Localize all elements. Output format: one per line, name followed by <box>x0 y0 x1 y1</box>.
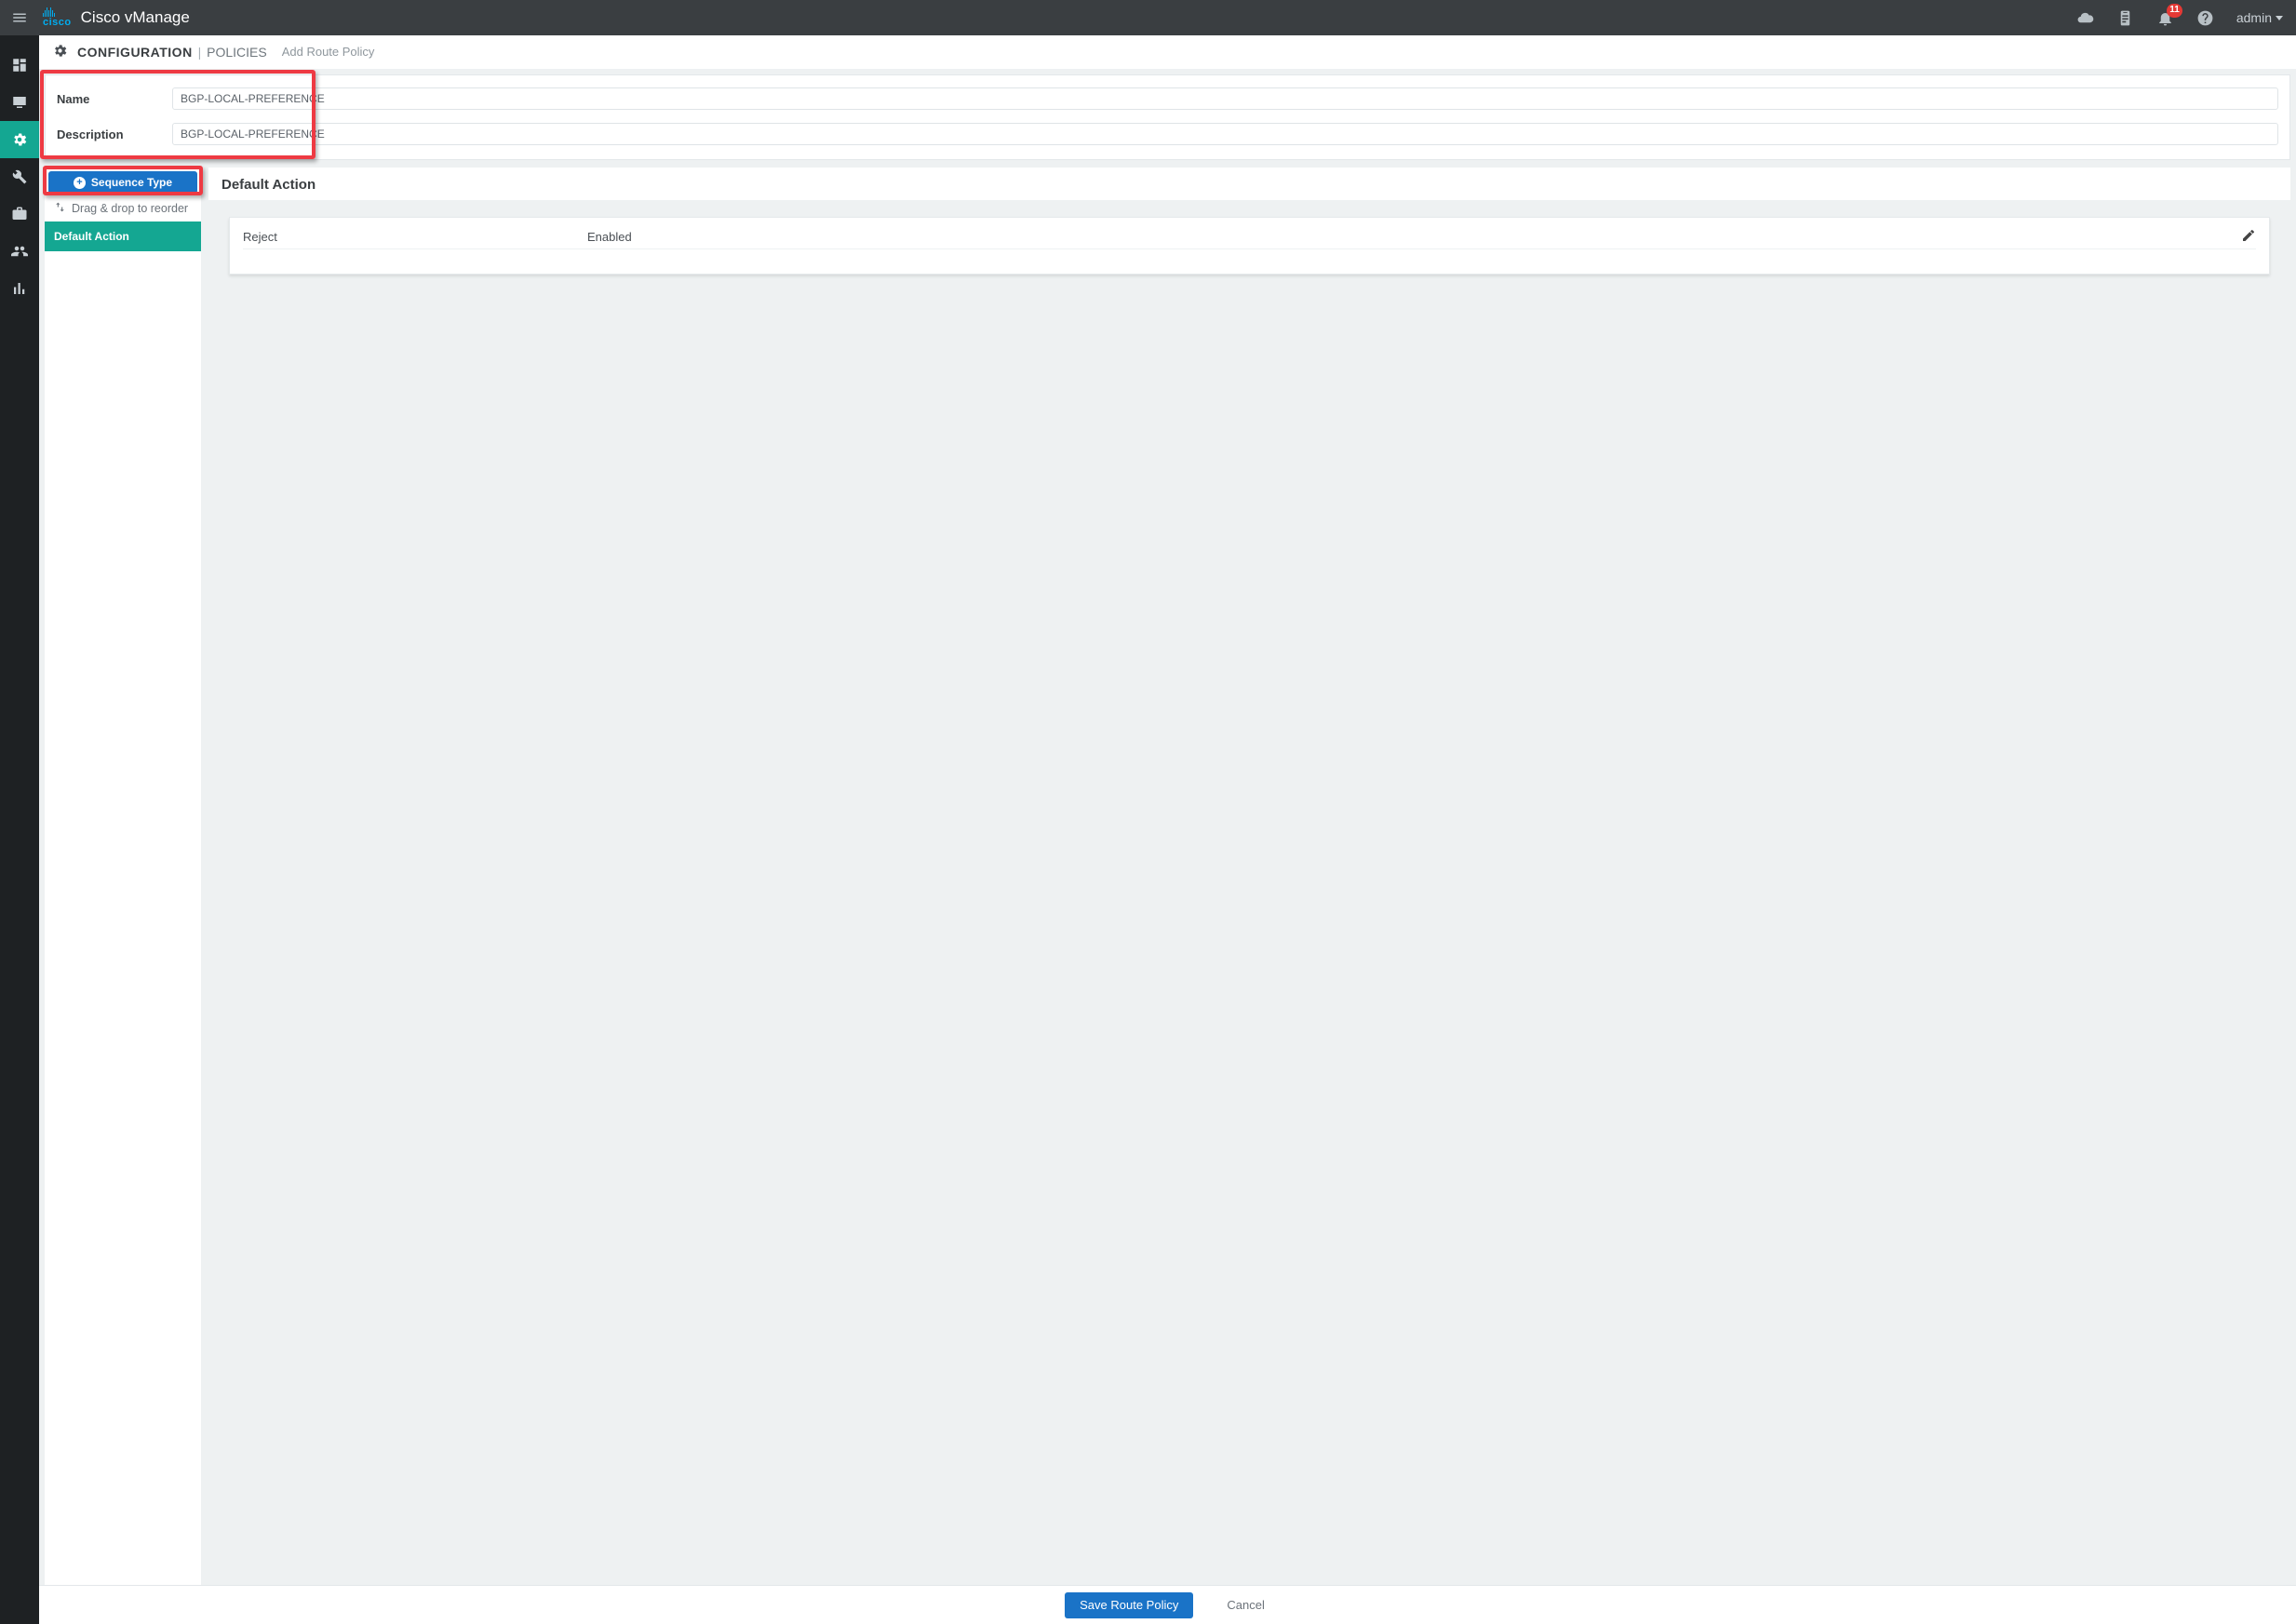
gear-icon <box>52 43 68 61</box>
edit-icon[interactable] <box>2241 228 2256 246</box>
default-action-row: Reject Enabled <box>243 225 2256 249</box>
header-actions: 11 admin <box>2076 9 2283 27</box>
sidebar-item-tools[interactable] <box>0 158 39 195</box>
breadcrumb: CONFIGURATION | POLICIES Add Route Polic… <box>39 35 2296 69</box>
help-icon[interactable] <box>2196 9 2214 27</box>
cisco-logo-mark: cisco <box>43 7 72 28</box>
content: Name Description + Sequence Type <box>39 69 2296 1585</box>
sidebar-item-dashboard[interactable] <box>0 47 39 84</box>
footer: Save Route Policy Cancel <box>39 1585 2296 1624</box>
sequence-type-button[interactable]: + Sequence Type <box>48 171 197 194</box>
description-input[interactable] <box>172 123 2278 145</box>
name-label: Name <box>57 92 165 106</box>
sequence-type-label: Sequence Type <box>91 176 172 189</box>
notifications-icon[interactable]: 11 <box>2156 9 2174 27</box>
drag-drop-hint: Drag & drop to reorder <box>45 194 201 221</box>
menu-toggle[interactable] <box>4 0 35 35</box>
drag-drop-text: Drag & drop to reorder <box>72 202 188 215</box>
cloud-icon[interactable] <box>2076 9 2094 27</box>
sidebar-item-administration[interactable] <box>0 233 39 270</box>
right-panel: Default Action Reject Enabled <box>208 168 2290 1585</box>
sidebar-item-maintenance[interactable] <box>0 195 39 233</box>
product-name: Cisco vManage <box>81 8 190 27</box>
chevron-down-icon <box>2276 16 2283 20</box>
default-action-card: Reject Enabled <box>229 217 2270 275</box>
action-value: Enabled <box>587 230 2241 244</box>
action-key: Reject <box>243 230 587 244</box>
product-logo: cisco Cisco vManage <box>43 7 190 28</box>
sidebar-item-analytics[interactable] <box>0 270 39 307</box>
tasks-icon[interactable] <box>2116 9 2134 27</box>
plus-icon: + <box>74 177 86 189</box>
reorder-icon <box>54 201 66 216</box>
sidebar-item-configuration[interactable] <box>0 121 39 158</box>
panel-title: Default Action <box>208 168 2290 200</box>
panel-body: Reject Enabled <box>208 200 2290 1585</box>
user-menu[interactable]: admin <box>2236 10 2283 25</box>
left-sidebar <box>0 35 39 1624</box>
main-area: CONFIGURATION | POLICIES Add Route Polic… <box>39 35 2296 1624</box>
crumb-separator: | <box>196 45 204 60</box>
crumb-primary: CONFIGURATION <box>77 45 193 60</box>
policy-form: Name Description <box>45 74 2290 160</box>
crumb-tertiary: Add Route Policy <box>282 45 375 59</box>
save-button[interactable]: Save Route Policy <box>1065 1592 1193 1618</box>
logo-text: cisco <box>43 18 72 28</box>
sidebar-item-monitor[interactable] <box>0 84 39 121</box>
sequence-panel: + Sequence Type Drag & drop to reorder D… <box>45 168 201 1585</box>
user-name: admin <box>2236 10 2272 25</box>
crumb-secondary: POLICIES <box>207 45 267 60</box>
default-action-item[interactable]: Default Action <box>45 221 201 251</box>
description-label: Description <box>57 128 165 141</box>
app-header: cisco Cisco vManage 11 admin <box>0 0 2296 35</box>
name-input[interactable] <box>172 87 2278 110</box>
cancel-button[interactable]: Cancel <box>1221 1597 1269 1613</box>
notification-badge: 11 <box>2167 4 2182 18</box>
